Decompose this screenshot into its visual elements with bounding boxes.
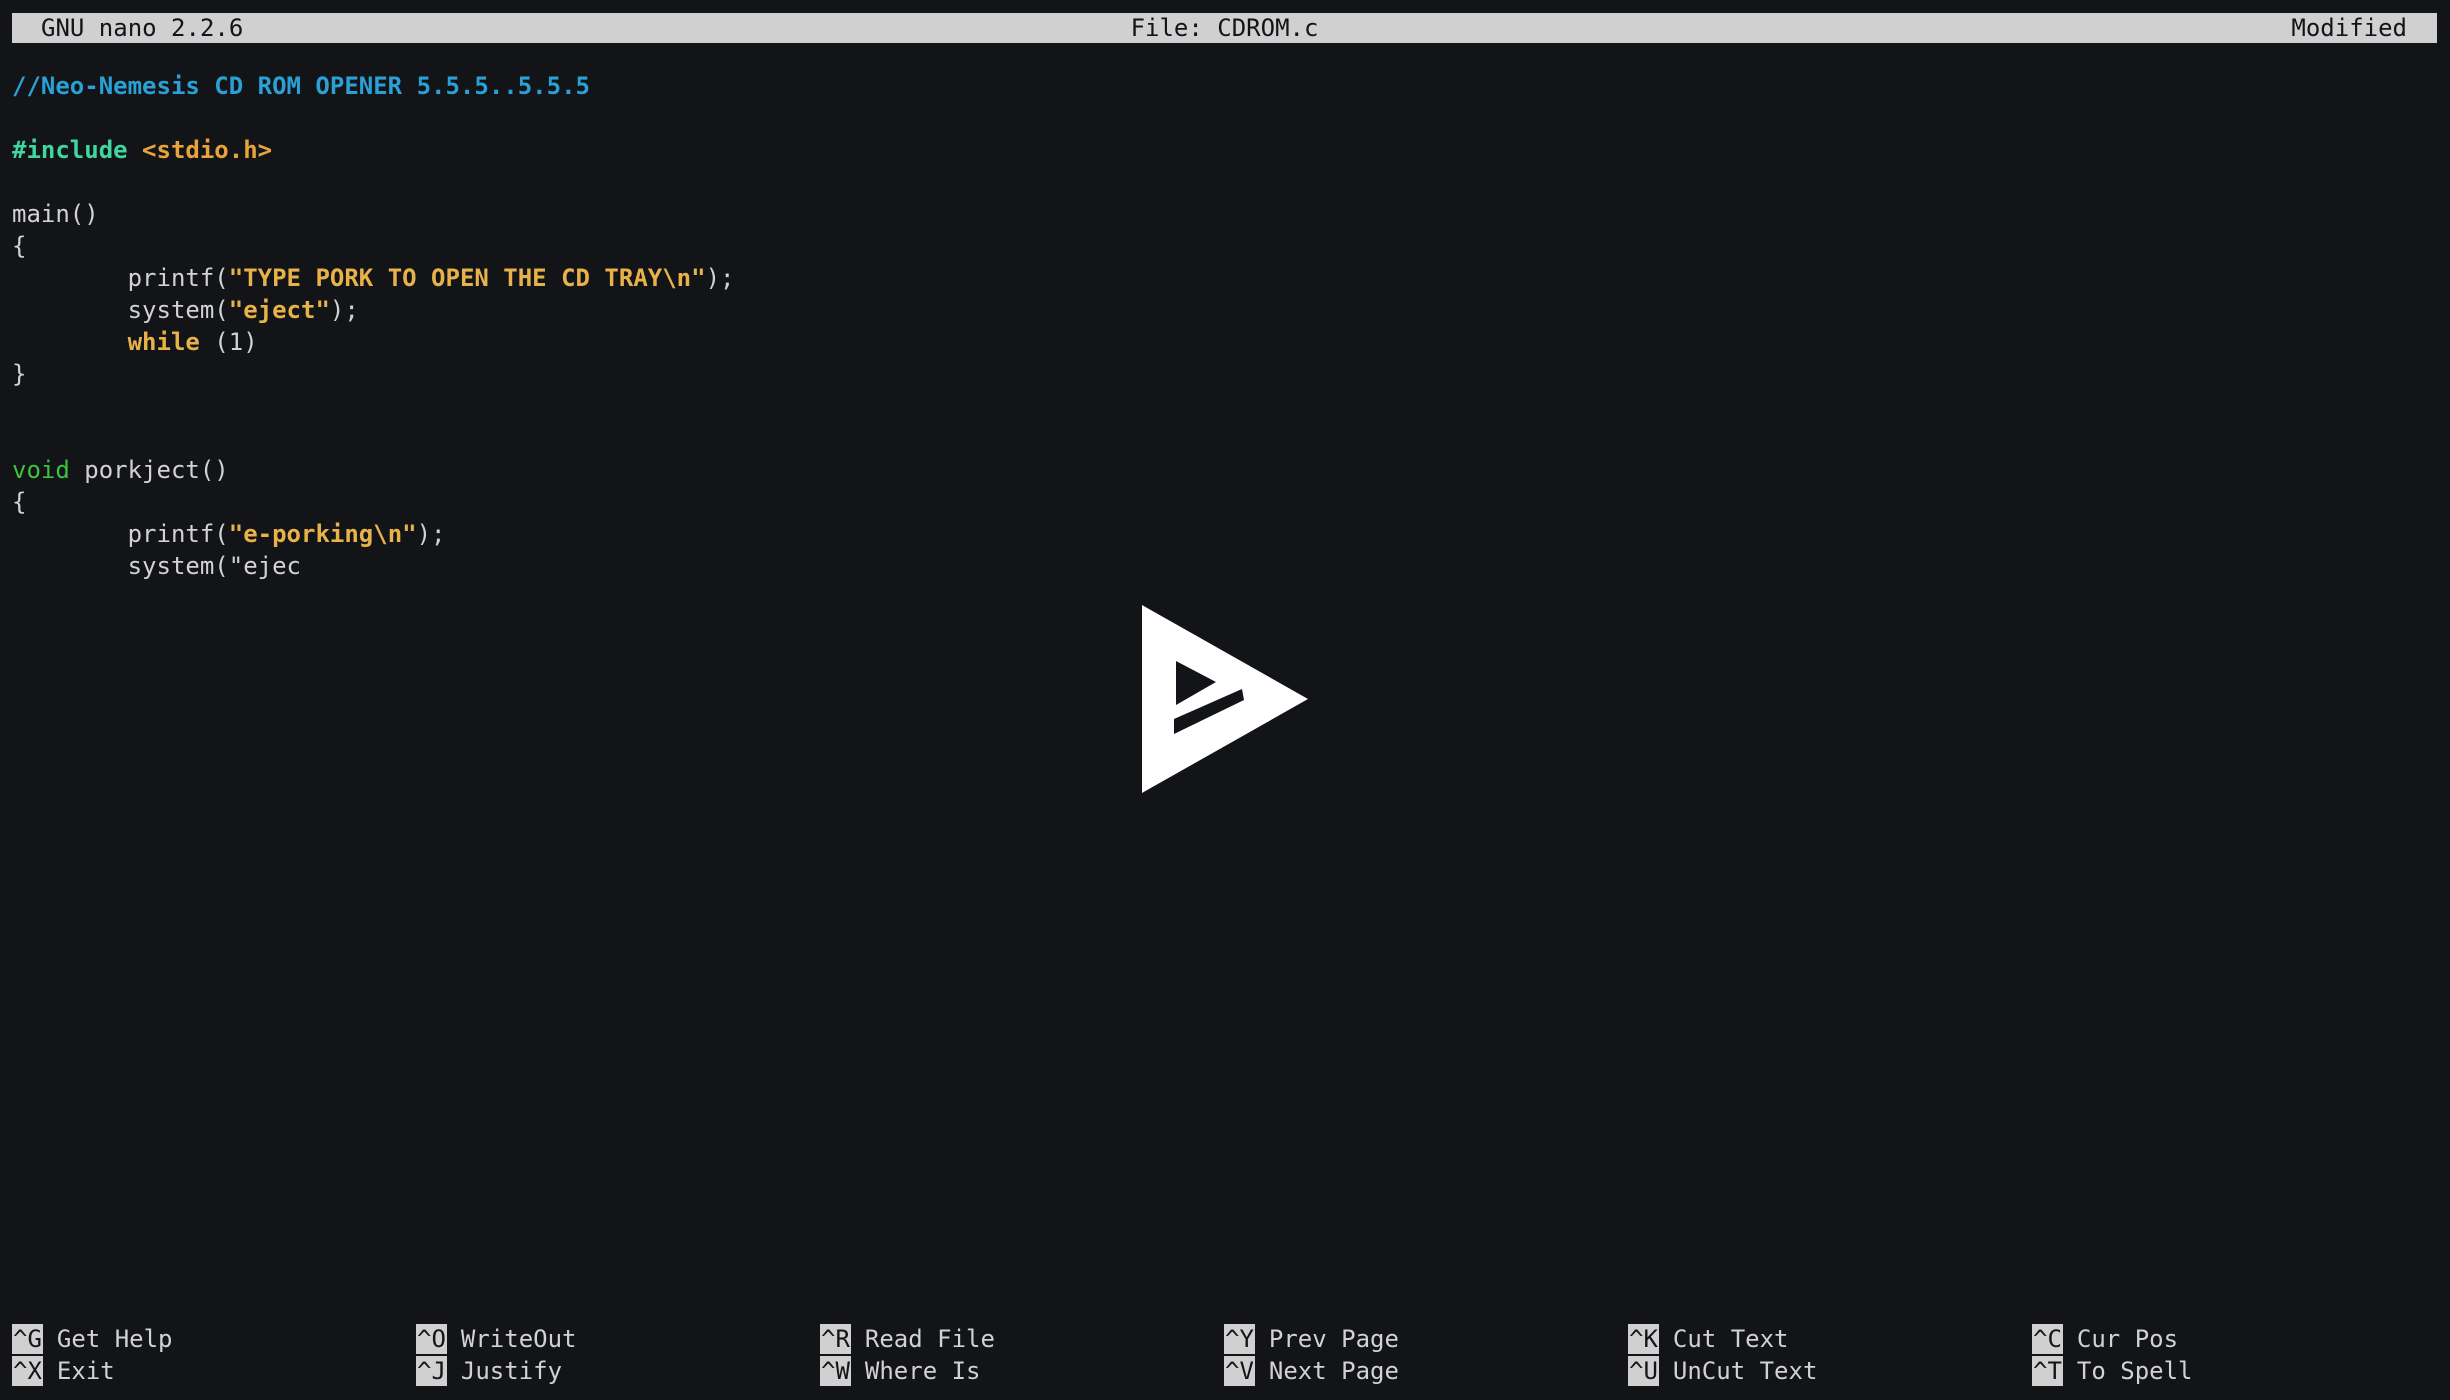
code-line: {: [12, 486, 734, 518]
shortcut-label: Cut Text: [1672, 1325, 1789, 1353]
shortcut-to-spell[interactable]: ^T To Spell: [2032, 1355, 2193, 1387]
shortcut-key: ^R: [820, 1324, 851, 1354]
shortcut-label: Get Help: [56, 1325, 173, 1353]
shortcut-cur-pos[interactable]: ^C Cur Pos: [2032, 1323, 2178, 1355]
shortcut-key: ^T: [2032, 1356, 2063, 1386]
shortcut-label: Prev Page: [1268, 1325, 1399, 1353]
shortcut-label: Cur Pos: [2076, 1325, 2179, 1353]
main-declaration: main(): [12, 200, 99, 228]
shortcut-key: ^X: [12, 1356, 43, 1386]
shortcut-writeout[interactable]: ^O WriteOut: [416, 1323, 577, 1355]
shortcut-key: ^K: [1628, 1324, 1659, 1354]
code-comment: //Neo-Nemesis CD ROM OPENER 5.5.5..5.5.5: [12, 72, 590, 100]
string-literal: "eject": [228, 296, 330, 324]
editor-area[interactable]: //Neo-Nemesis CD ROM OPENER 5.5.5..5.5.5…: [12, 70, 734, 582]
shortcut-uncut-text[interactable]: ^U UnCut Text: [1628, 1355, 1817, 1387]
open-brace: {: [12, 232, 27, 260]
code-line: }: [12, 358, 734, 390]
string-literal: "e-porking\n": [228, 520, 417, 548]
file-name: File: CDROM.c: [1130, 14, 1319, 42]
shortcut-label: To Spell: [2076, 1357, 2193, 1385]
code-line: void porkject(): [12, 454, 734, 486]
void-keyword: void: [12, 456, 70, 484]
shortcut-label: Exit: [56, 1357, 115, 1385]
code-line: printf("TYPE PORK TO OPEN THE CD TRAY\n"…: [127, 264, 735, 292]
shortcut-get-help[interactable]: ^G Get Help: [12, 1323, 173, 1355]
modified-status: Modified: [2291, 14, 2407, 42]
shortcut-key: ^C: [2032, 1324, 2063, 1354]
shortcut-label: UnCut Text: [1672, 1357, 1818, 1385]
system-call-partial: system("ejec: [127, 552, 301, 580]
shortcut-where-is[interactable]: ^W Where Is: [820, 1355, 981, 1387]
code-line: printf("e-porking\n");: [127, 520, 446, 548]
shortcut-next-page[interactable]: ^V Next Page: [1224, 1355, 1399, 1387]
play-icon[interactable]: [1140, 603, 1310, 795]
while-keyword: while: [127, 328, 200, 356]
string-literal: "TYPE PORK TO OPEN THE CD TRAY\n": [228, 264, 706, 292]
shortcut-label: Read File: [864, 1325, 995, 1353]
system-call: system(: [127, 296, 229, 324]
shortcut-read-file[interactable]: ^R Read File: [820, 1323, 995, 1355]
shortcut-exit[interactable]: ^X Exit: [12, 1355, 115, 1387]
code-line: system("eject");: [127, 296, 359, 324]
shortcut-key: ^U: [1628, 1356, 1659, 1386]
printf-call: printf(: [127, 520, 229, 548]
shortcut-justify[interactable]: ^J Justify: [416, 1355, 562, 1387]
title-bar: GNU nano 2.2.6 File: CDROM.c Modified: [12, 13, 2437, 43]
include-header: <stdio.h>: [142, 136, 273, 164]
shortcut-key: ^G: [12, 1324, 43, 1354]
shortcut-label: Next Page: [1268, 1357, 1399, 1385]
printf-call: printf(: [127, 264, 229, 292]
shortcut-key: ^V: [1224, 1356, 1255, 1386]
shortcut-key: ^W: [820, 1356, 851, 1386]
include-directive: #include: [12, 136, 128, 164]
close-brace: }: [12, 360, 27, 388]
open-brace: {: [12, 488, 27, 516]
shortcut-prev-page[interactable]: ^Y Prev Page: [1224, 1323, 1399, 1355]
code-line: #include <stdio.h>: [12, 134, 734, 166]
shortcut-cut-text[interactable]: ^K Cut Text: [1628, 1323, 1789, 1355]
shortcut-key: ^O: [416, 1324, 447, 1354]
code-line: //Neo-Nemesis CD ROM OPENER 5.5.5..5.5.5: [12, 70, 734, 102]
code-line: system("ejec: [12, 550, 734, 582]
shortcut-key: ^J: [416, 1356, 447, 1386]
shortcut-key: ^Y: [1224, 1324, 1255, 1354]
porkject-declaration: porkject(): [69, 456, 229, 484]
shortcut-label: Justify: [460, 1357, 563, 1385]
code-line: main(): [12, 198, 734, 230]
shortcut-label: Where Is: [864, 1357, 981, 1385]
code-line: {: [12, 230, 734, 262]
shortcut-label: WriteOut: [460, 1325, 577, 1353]
code-line: while (1): [127, 328, 258, 356]
